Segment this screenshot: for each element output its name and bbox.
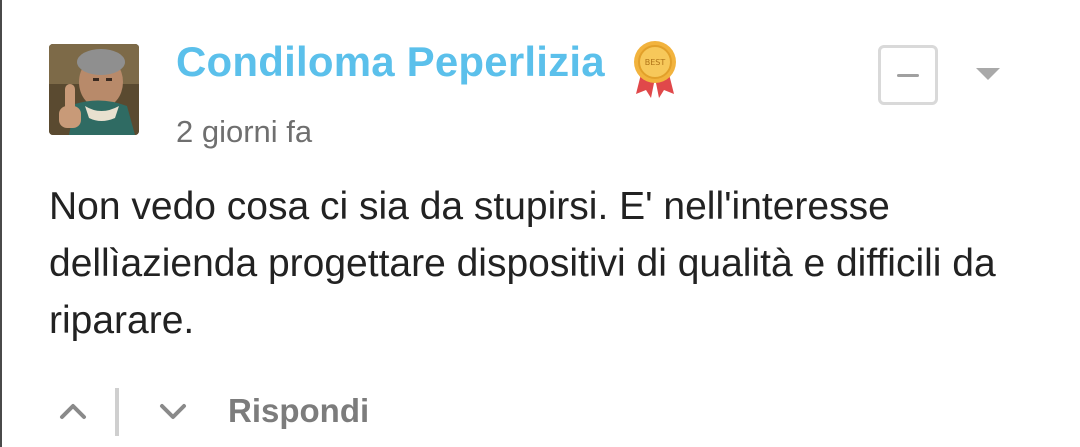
comment-body: Non vedo cosa ci sia da stupirsi. E' nel…	[49, 185, 996, 342]
best-award-medal-icon: BEST	[632, 40, 678, 98]
comment-card: Condiloma Peperlizia BEST 2 giorni fa No…	[0, 0, 1080, 447]
minus-icon	[897, 73, 919, 77]
caret-down-icon[interactable]	[976, 68, 1000, 80]
chevron-down-icon[interactable]	[156, 394, 190, 428]
comment-timestamp: 2 giorni fa	[176, 114, 313, 149]
reply-button[interactable]: Rispondi	[228, 392, 369, 430]
avatar[interactable]	[49, 44, 139, 135]
chevron-up-icon[interactable]	[56, 394, 90, 428]
collapse-button[interactable]	[878, 45, 938, 105]
thread-indent-line	[0, 0, 2, 447]
vote-divider	[115, 388, 119, 436]
author-name[interactable]: Condiloma Peperlizia	[176, 38, 605, 86]
badge-label: BEST	[645, 58, 666, 67]
avatar-image	[49, 44, 139, 135]
